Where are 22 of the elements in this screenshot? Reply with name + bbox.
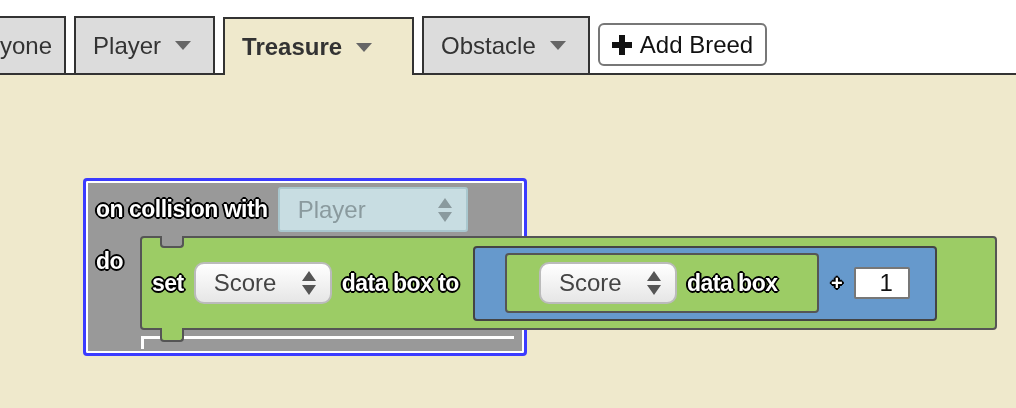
operator-label: + (830, 271, 843, 295)
block-label: set (152, 269, 184, 297)
dropdown[interactable]: Score (538, 262, 677, 304)
dropdown[interactable]: Score (193, 262, 332, 304)
block-label: data box to (341, 269, 459, 297)
block-notch (160, 236, 184, 248)
add-breed-button[interactable]: Add Breed (597, 23, 768, 66)
tab[interactable]: yone (0, 16, 67, 73)
up-down-arrows-icon (646, 271, 661, 295)
block-label: data box (686, 269, 778, 297)
up-down-arrows-icon (301, 271, 316, 295)
tab[interactable]: Treasure (223, 17, 415, 75)
math-block[interactable]: Score data box + 1 (472, 245, 937, 321)
number-field[interactable]: 1 (854, 267, 911, 299)
block-label: on collision with (96, 196, 268, 223)
plus-icon (611, 34, 632, 55)
block-label: do (96, 248, 124, 275)
tab[interactable]: Player (74, 16, 216, 73)
tab[interactable]: Obstacle (422, 16, 590, 73)
up-down-arrows-icon (437, 197, 452, 222)
getter-block[interactable]: Score data box (504, 253, 819, 313)
set-block[interactable]: set Score data box to Score data box + 1 (140, 236, 997, 330)
